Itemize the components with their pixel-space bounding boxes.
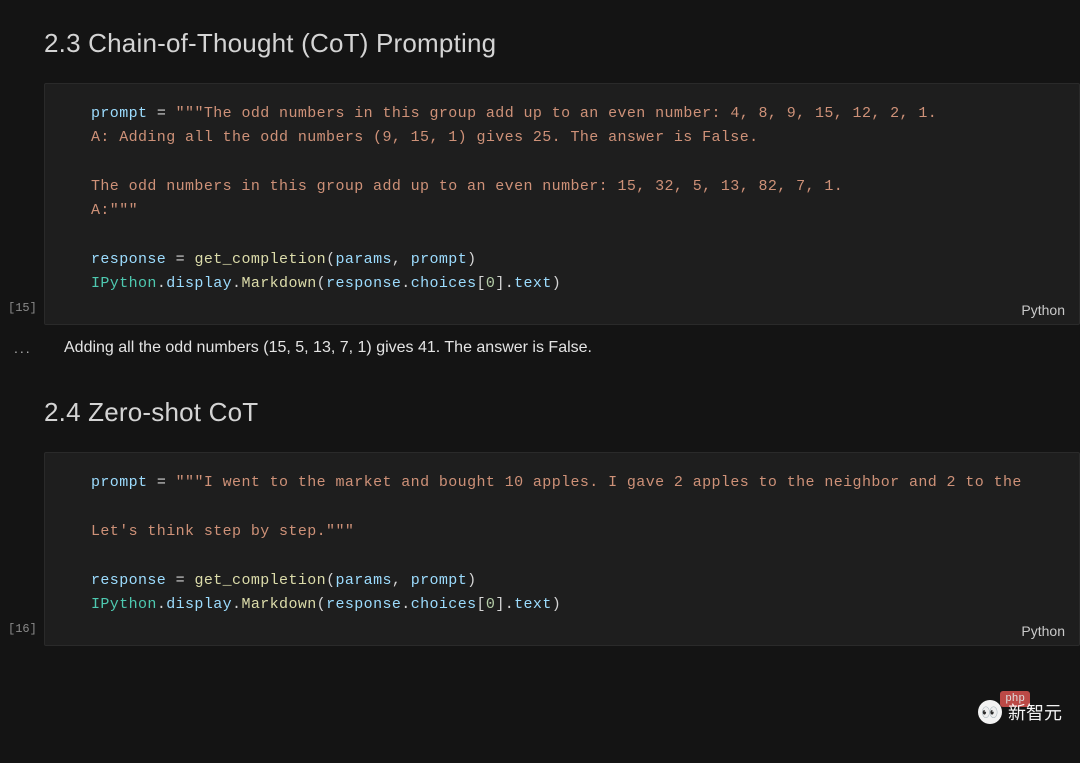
code-editor[interactable]: prompt = """I went to the market and bou…: [44, 452, 1080, 646]
language-tag: Python: [1021, 302, 1065, 318]
code-cell-16: [16] prompt = """I went to the market an…: [0, 452, 1080, 646]
exec-count: [16]: [0, 622, 44, 646]
watermark-icon: 👀: [978, 700, 1002, 724]
code-content[interactable]: prompt = """The odd numbers in this grou…: [91, 102, 1059, 296]
language-tag: Python: [1021, 623, 1065, 639]
code-content[interactable]: prompt = """I went to the market and bou…: [91, 471, 1059, 617]
output-text: Adding all the odd numbers (15, 5, 13, 7…: [44, 339, 1080, 357]
code-cell-15: [15] prompt = """The odd numbers in this…: [0, 83, 1080, 325]
watermark-text: 新智元: [1008, 699, 1062, 725]
exec-count: [15]: [0, 301, 44, 325]
notebook: 2.3 Chain-of-Thought (CoT) Prompting [15…: [0, 28, 1080, 646]
cell-output-15: ... Adding all the odd numbers (15, 5, 1…: [0, 339, 1080, 357]
section-heading-23: 2.3 Chain-of-Thought (CoT) Prompting: [44, 28, 1080, 59]
output-marker: ...: [0, 339, 44, 356]
code-editor[interactable]: prompt = """The odd numbers in this grou…: [44, 83, 1080, 325]
section-heading-24: 2.4 Zero-shot CoT: [44, 397, 1080, 428]
watermark: 👀 新智元: [978, 699, 1062, 725]
